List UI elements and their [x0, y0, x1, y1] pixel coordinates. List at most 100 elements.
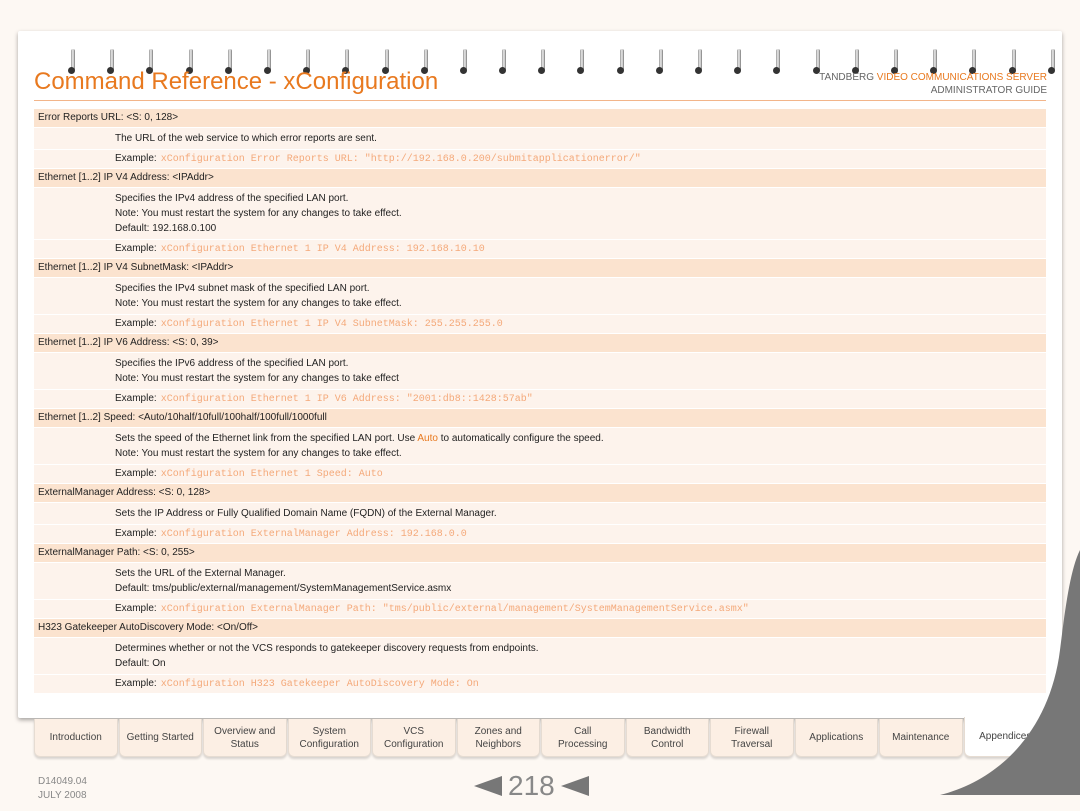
brand-product: VIDEO COMMUNICATIONS SERVER	[876, 72, 1047, 83]
doc-info: D14049.04 JULY 2008	[38, 775, 87, 803]
example-code: xConfiguration ExternalManager Address: …	[160, 529, 467, 540]
command-example: Example: xConfiguration H323 Gatekeeper A…	[34, 675, 1046, 693]
command-example: Example: xConfiguration Ethernet 1 IP V4 …	[34, 240, 1046, 258]
tab-label: Traversal	[731, 738, 773, 750]
tab-label: Getting Started	[126, 732, 194, 743]
example-code: xConfiguration Ethernet 1 IP V6 Address:…	[160, 394, 533, 405]
binding-ring	[538, 49, 548, 77]
description-line: Sets the IP Address or Fully Qualified D…	[115, 508, 497, 519]
command-example: Example: xConfiguration ExternalManager P…	[34, 600, 1046, 618]
command-heading: Ethernet [1..2] IP V4 Address: <IPAddr>	[34, 169, 1046, 187]
command-heading: H323 Gatekeeper AutoDiscovery Mode: <On/…	[34, 619, 1046, 637]
description-line: Default: 192.168.0.100	[115, 223, 217, 234]
tab-label: Neighbors	[475, 738, 522, 750]
command-heading: ExternalManager Path: <S: 0, 255>	[34, 544, 1046, 562]
command-example: Example: xConfiguration Error Reports URL…	[34, 150, 1046, 168]
binding-ring	[1047, 49, 1058, 77]
tab-firewall[interactable]: Firewall Traversal	[710, 719, 794, 757]
command-example: Example: xConfiguration Ethernet 1 IP V4 …	[34, 315, 1046, 333]
binding-ring	[616, 49, 627, 77]
binding-ring	[459, 49, 470, 77]
tab-introduction[interactable]: Introduction	[34, 719, 118, 757]
command-heading: Error Reports URL: <S: 0, 128>	[34, 109, 1046, 127]
tab-label: Control	[651, 738, 684, 750]
example-code: xConfiguration ExternalManager Path: "tm…	[160, 604, 749, 615]
command-description: Specifies the IPv4 subnet mask of the sp…	[34, 278, 1046, 314]
command-heading: Ethernet [1..2] Speed: <Auto/10half/10fu…	[34, 409, 1046, 427]
command-example: Example: xConfiguration Ethernet 1 Speed:…	[34, 465, 1046, 483]
tab-applications[interactable]: Applications	[794, 719, 878, 757]
tab-label: Introduction	[49, 732, 102, 743]
binding-ring	[499, 49, 509, 77]
description-line: Specifies the IPv4 address of the specif…	[115, 193, 349, 204]
command-description: Sets the speed of the Ethernet link from…	[34, 428, 1046, 464]
tab-label: Processing	[558, 738, 608, 750]
description-line: Default: On	[115, 658, 166, 669]
tab-label: Configuration	[299, 738, 359, 750]
tab-label: Applications	[809, 732, 864, 743]
command-description: Sets the URL of the External Manager. Def…	[34, 563, 1046, 599]
tab-bandwidth[interactable]: Bandwidth Control	[625, 719, 709, 757]
tab-overview-and[interactable]: Overview and Status	[203, 719, 287, 757]
description-line: Sets the speed of the Ethernet link from…	[115, 431, 1046, 446]
description-line: Determines whether or not the VCS respon…	[115, 643, 539, 654]
tab-zones-and[interactable]: Zones and Neighbors	[456, 719, 540, 757]
description-line: The URL of the web service to which erro…	[115, 133, 377, 144]
description-line: Specifies the IPv4 subnet mask of the sp…	[115, 283, 370, 294]
brand-prefix: TANDBERG	[819, 72, 877, 83]
tab-call[interactable]: Call Processing	[541, 719, 625, 757]
command-description: Determines whether or not the VCS respon…	[34, 638, 1046, 674]
example-label: Example:	[115, 153, 157, 164]
command-description: The URL of the web service to which erro…	[34, 128, 1046, 149]
brand-sub: ADMINISTRATOR GUIDE	[930, 85, 1047, 96]
tab-vcs[interactable]: VCS Configuration	[372, 719, 456, 757]
section-tabs: Introduction Getting Started Overview and S…	[34, 717, 1047, 757]
command-heading: ExternalManager Address: <S: 0, 128>	[34, 484, 1046, 502]
description-line: Note: You must restart the system for an…	[115, 208, 402, 219]
page-title: Command Reference - xConfiguration	[34, 68, 439, 95]
example-code: xConfiguration Ethernet 1 IP V4 SubnetMa…	[160, 319, 503, 330]
command-example: Example: xConfiguration Ethernet 1 IP V6 …	[34, 390, 1046, 408]
tab-label: Zones and	[474, 725, 522, 737]
tab-label: Firewall	[734, 725, 769, 737]
previous-page-icon[interactable]	[474, 776, 502, 796]
page-curl-icon	[940, 550, 1080, 795]
doc-date: JULY 2008	[38, 790, 87, 801]
example-label: Example:	[115, 468, 157, 479]
tab-system[interactable]: System Configuration	[287, 719, 371, 757]
command-heading: Ethernet [1..2] IP V6 Address: <S: 0, 39…	[34, 334, 1046, 352]
example-label: Example:	[115, 393, 157, 404]
command-description: Sets the IP Address or Fully Qualified D…	[34, 503, 1046, 524]
highlight-value: Auto	[417, 433, 438, 444]
page-number: 218	[508, 770, 555, 801]
description-line: Specifies the IPv6 address of the specif…	[115, 358, 349, 369]
binding-ring	[577, 49, 587, 77]
page-nav: 218	[474, 770, 589, 802]
text: Sets the speed of the Ethernet link from…	[115, 433, 418, 444]
description-line: Note: You must restart the system for an…	[115, 298, 402, 309]
next-page-icon[interactable]	[560, 776, 589, 796]
tab-label: Bandwidth	[643, 725, 691, 737]
description-line: Default: tms/public/external/management/…	[115, 583, 452, 594]
example-code: xConfiguration H323 Gatekeeper AutoDisco…	[160, 679, 479, 690]
tab-label: VCS	[403, 725, 425, 737]
example-code: xConfiguration Ethernet 1 Speed: Auto	[160, 469, 383, 480]
command-description: Specifies the IPv6 address of the specif…	[34, 353, 1046, 389]
tab-label: Overview and	[214, 725, 276, 737]
tab-getting-started[interactable]: Getting Started	[118, 719, 202, 757]
command-heading: Ethernet [1..2] IP V4 SubnetMask: <IPAdd…	[34, 259, 1046, 277]
example-label: Example:	[115, 243, 157, 254]
command-example: Example: xConfiguration ExternalManager A…	[34, 525, 1046, 543]
binding-ring	[655, 49, 666, 77]
example-label: Example:	[115, 603, 157, 614]
example-label: Example:	[115, 678, 157, 689]
description-line: Note: You must restart the system for an…	[115, 448, 402, 459]
tab-label: Configuration	[384, 738, 444, 750]
command-list: Error Reports URL: <S: 0, 128> The URL of…	[34, 109, 1046, 694]
description-line: Sets the URL of the External Manager.	[115, 568, 286, 579]
command-description: Specifies the IPv4 address of the specif…	[34, 188, 1046, 239]
binding-ring	[734, 49, 744, 77]
title-divider	[34, 100, 1046, 101]
example-code: xConfiguration Error Reports URL: "http:…	[160, 154, 641, 165]
tab-label: System	[312, 725, 346, 737]
